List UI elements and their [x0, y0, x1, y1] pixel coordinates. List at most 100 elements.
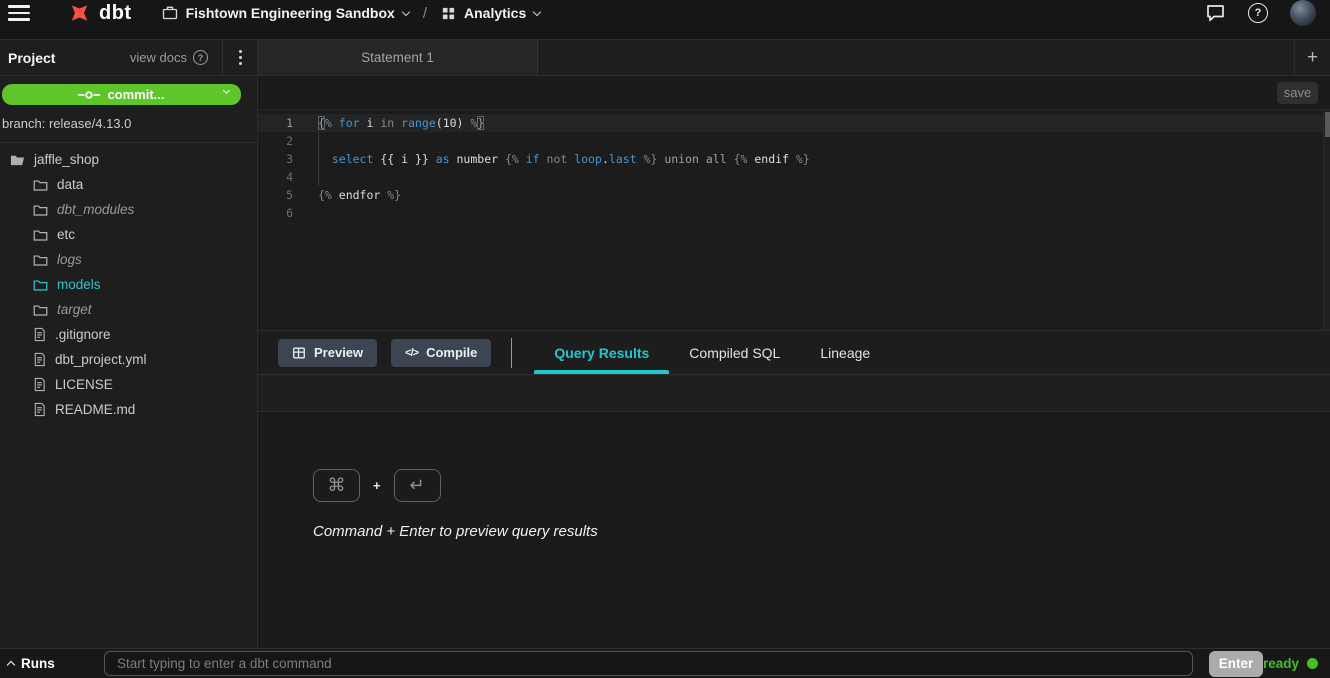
tree-item-dbt-modules[interactable]: dbt_modules	[0, 197, 257, 222]
commit-button[interactable]: commit...	[2, 84, 241, 105]
tree-item-target[interactable]: target	[0, 297, 257, 322]
chevron-up-icon	[7, 661, 15, 669]
tab-statement-1[interactable]: Statement 1	[258, 40, 538, 75]
editor-toolbar: save	[258, 76, 1330, 110]
file-tree: jaffle_shopdata dbt_modulesetc logs models t…	[0, 143, 257, 648]
file-explorer-sidebar: Project view docs ? commit... branch: re…	[0, 40, 258, 648]
line-number: 6	[258, 204, 293, 222]
code-line-4: 4	[258, 168, 1330, 186]
tree-item-label: data	[57, 177, 83, 192]
tree-item-label: etc	[57, 227, 75, 242]
tree-item-models[interactable]: models	[0, 272, 257, 297]
divider	[511, 338, 512, 368]
code-text: {% endfor %}	[293, 186, 401, 204]
dbt-cloud-ide: dbt Fishtown Engineering Sandbox / Analy…	[0, 0, 1330, 678]
branch-label: branch: release/4.13.0	[2, 116, 257, 131]
save-button[interactable]: save	[1277, 82, 1318, 104]
tree-item-logs[interactable]: logs	[0, 247, 257, 272]
shortcut-hint-text: Command + Enter to preview query results	[313, 523, 1330, 540]
help-icon[interactable]: ?	[1248, 3, 1268, 23]
code-lines: 1{% for i in range(10) %}23 select {{ i …	[258, 114, 1330, 222]
command-key-icon: ⌘	[313, 469, 360, 502]
tree-item-label: dbt_modules	[57, 202, 134, 217]
help-circle-icon: ?	[193, 50, 208, 65]
file-icon	[33, 352, 46, 367]
tree-item-label: target	[57, 302, 92, 317]
chevron-down-icon	[533, 7, 541, 15]
folder-icon	[33, 253, 48, 267]
results-subheader	[258, 375, 1330, 412]
environment-selector-label: Analytics	[464, 5, 526, 21]
tree-item-etc[interactable]: etc	[0, 222, 257, 247]
chevron-down-icon	[223, 87, 230, 94]
editor-scrollbar[interactable]	[1323, 110, 1330, 330]
tree-item-label: jaffle_shop	[34, 152, 99, 167]
editor-area: Statement 1 + save 1{% for i in range(10…	[258, 40, 1330, 648]
code-line-5: 5{% endfor %}	[258, 186, 1330, 204]
tab-compiled-sql[interactable]: Compiled SQL	[669, 331, 800, 374]
folder-icon	[33, 303, 48, 317]
folder-icon	[33, 228, 48, 242]
code-line-1: 1{% for i in range(10) %}	[258, 114, 1330, 132]
code-line-3: 3 select {{ i }} as number {% if not loo…	[258, 150, 1330, 168]
folder-icon	[33, 203, 48, 217]
environment-selector[interactable]: Analytics	[441, 5, 540, 21]
dbt-logo[interactable]: dbt	[66, 1, 132, 25]
tree-item-label: .gitignore	[55, 327, 111, 342]
tab-query-results[interactable]: Query Results	[534, 331, 669, 374]
status-text: ready	[1263, 656, 1299, 671]
scrollbar-thumb[interactable]	[1325, 112, 1330, 137]
grid-icon	[441, 6, 456, 21]
status-dot-icon	[1307, 658, 1318, 669]
keyboard-shortcut: ⌘ + ↵	[313, 469, 1330, 502]
indent-guide	[318, 132, 319, 186]
kebab-menu-icon[interactable]	[223, 50, 257, 65]
user-avatar[interactable]	[1290, 0, 1316, 26]
tree-item-dbt-project-yml[interactable]: dbt_project.yml	[0, 347, 257, 372]
tree-item--gitignore[interactable]: .gitignore	[0, 322, 257, 347]
breadcrumb-separator: /	[423, 5, 427, 22]
compile-button[interactable]: </> Compile	[391, 339, 491, 367]
code-line-6: 6	[258, 204, 1330, 222]
view-docs-link[interactable]: view docs ?	[130, 50, 222, 65]
plus-sign: +	[373, 478, 381, 493]
runs-toggle[interactable]: Runs	[8, 656, 104, 671]
top-bar: dbt Fishtown Engineering Sandbox / Analy…	[0, 0, 1330, 26]
folder-open-icon	[10, 153, 25, 167]
code-icon: </>	[405, 347, 418, 359]
table-icon	[292, 346, 306, 360]
enter-key-icon: ↵	[394, 469, 441, 502]
status-indicator: ready	[1263, 656, 1318, 671]
code-text	[293, 168, 318, 186]
folder-icon	[33, 278, 48, 292]
preview-button[interactable]: Preview	[278, 339, 377, 367]
tree-item-data[interactable]: data	[0, 172, 257, 197]
tree-item-readme-md[interactable]: README.md	[0, 397, 257, 422]
project-selector[interactable]: Fishtown Engineering Sandbox	[162, 5, 409, 21]
dbt-logo-text: dbt	[99, 3, 132, 23]
line-number: 5	[258, 186, 293, 204]
code-line-2: 2	[258, 132, 1330, 150]
tree-item-label: LICENSE	[55, 377, 113, 392]
git-commit-icon	[78, 90, 100, 100]
chevron-down-icon	[402, 7, 410, 15]
enter-button[interactable]: Enter	[1209, 651, 1263, 677]
dbt-logo-icon	[66, 1, 93, 25]
tree-item-label: models	[57, 277, 101, 292]
tab-lineage[interactable]: Lineage	[800, 331, 890, 374]
editor-tab-bar: Statement 1 +	[258, 40, 1330, 76]
line-number: 4	[258, 168, 293, 186]
tree-item-label: README.md	[55, 402, 135, 417]
line-number: 1	[258, 114, 293, 132]
code-text	[293, 204, 318, 222]
new-tab-button[interactable]: +	[1294, 40, 1330, 75]
hamburger-menu-icon[interactable]	[8, 5, 30, 21]
tree-item-jaffle-shop[interactable]: jaffle_shop	[0, 147, 257, 172]
code-editor[interactable]: 1{% for i in range(10) %}23 select {{ i …	[258, 110, 1330, 330]
dbt-command-input[interactable]	[104, 651, 1193, 676]
tree-item-license[interactable]: LICENSE	[0, 372, 257, 397]
line-number: 3	[258, 150, 293, 168]
code-text: {% for i in range(10) %}	[293, 114, 484, 132]
chat-icon[interactable]	[1205, 3, 1226, 23]
top-divider-strip	[0, 26, 1330, 40]
